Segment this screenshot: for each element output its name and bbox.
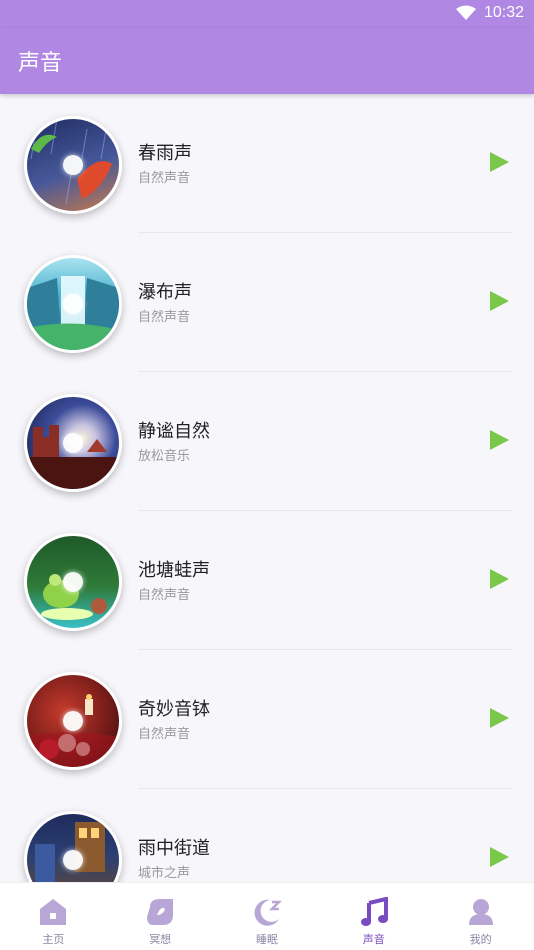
disc-hole: [63, 433, 83, 453]
nav-item-profile[interactable]: 我的: [427, 883, 534, 950]
sound-title: 雨中街道: [138, 838, 210, 859]
sound-category: 自然声音: [138, 727, 191, 742]
status-right: 10:32: [455, 4, 524, 22]
app-bar: 声音: [0, 28, 534, 94]
status-bar: 10:32: [0, 0, 534, 28]
bottom-navigation: 主页 冥想 睡眠 声音 我的: [0, 882, 534, 950]
disc-hole: [63, 711, 83, 731]
moon-icon: [254, 899, 282, 926]
nav-label-meditation: 冥想: [149, 933, 172, 946]
nav-label-profile: 我的: [469, 933, 492, 946]
meditation-icon: [147, 899, 174, 925]
nav-item-meditation[interactable]: 冥想: [107, 883, 214, 950]
rainy-street-thumbnail: [24, 811, 122, 882]
pond-frog-thumbnail: [24, 533, 122, 631]
sound-title: 池塘蛙声: [138, 560, 210, 581]
nav-item-sound[interactable]: 声音: [320, 883, 427, 950]
sound-category: 自然声音: [138, 310, 191, 325]
page-title: 声音: [18, 51, 63, 76]
singing-bowl-thumbnail: [24, 672, 122, 770]
profile-icon: [468, 899, 493, 925]
nav-item-sleep[interactable]: 睡眠: [214, 883, 321, 950]
home-icon: [40, 899, 67, 925]
play-icon[interactable]: [490, 152, 509, 172]
nav-label-sleep: 睡眠: [255, 933, 278, 946]
sound-category: 自然声音: [138, 171, 191, 186]
waterfall-thumbnail: [24, 255, 122, 353]
quiet-nature-thumbnail: [24, 394, 122, 492]
sound-category: 城市之声: [138, 866, 191, 881]
sound-item[interactable]: 奇妙音钵 自然声音: [0, 650, 534, 789]
sound-list[interactable]: 春雨声 自然声音 瀑布声 自然声音 静谧自然 放松音乐 池塘蛙声 自然声音 奇妙…: [0, 94, 534, 882]
play-icon[interactable]: [490, 430, 509, 450]
play-icon[interactable]: [490, 569, 509, 589]
sound-item[interactable]: 池塘蛙声 自然声音: [0, 511, 534, 650]
play-icon[interactable]: [490, 708, 509, 728]
nav-item-home[interactable]: 主页: [0, 883, 107, 950]
sound-item[interactable]: 静谧自然 放松音乐: [0, 372, 534, 511]
music-note-icon: [360, 897, 388, 926]
wifi-icon: [455, 5, 476, 20]
sound-title: 瀑布声: [138, 282, 192, 303]
play-icon[interactable]: [490, 291, 509, 311]
sound-title: 奇妙音钵: [138, 699, 210, 720]
disc-hole: [63, 155, 83, 175]
nav-label-home: 主页: [42, 933, 65, 946]
disc-hole: [63, 294, 83, 314]
nav-label-sound: 声音: [362, 933, 385, 946]
status-time: 10:32: [483, 4, 524, 21]
disc-hole: [63, 850, 83, 870]
spring-rain-thumbnail: [24, 116, 122, 214]
disc-hole: [63, 572, 83, 592]
sound-item[interactable]: 春雨声 自然声音: [0, 94, 534, 233]
sound-title: 春雨声: [138, 143, 192, 164]
sound-category: 自然声音: [138, 588, 191, 603]
sound-title: 静谧自然: [138, 421, 210, 442]
sound-category: 放松音乐: [138, 449, 191, 464]
play-icon[interactable]: [490, 847, 509, 867]
sound-item[interactable]: 雨中街道 城市之声: [0, 789, 534, 882]
sound-item[interactable]: 瀑布声 自然声音: [0, 233, 534, 372]
